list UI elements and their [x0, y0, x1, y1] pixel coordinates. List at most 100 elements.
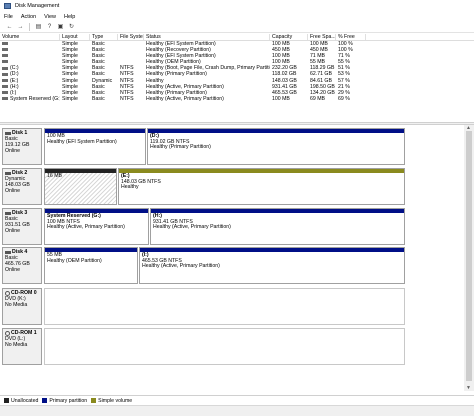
partition-block[interactable]: (H:) 931.41 GB NTFS Healthy (Active, Prima… — [150, 208, 405, 245]
list-view-icon[interactable]: ▤ — [34, 22, 43, 31]
menu-help[interactable]: Help — [64, 14, 75, 20]
column-header-status[interactable]: Status — [144, 34, 270, 40]
legend-item-simple: Simple volume — [91, 398, 132, 404]
disk-info-panel[interactable]: Disk 3 Basic 931.51 GB Online — [2, 208, 42, 245]
menu-bar: File Action View Help — [0, 12, 474, 21]
partition-block[interactable]: (E:) 148.03 GB NTFS Healthy — [118, 168, 405, 205]
disk-row: Disk 1 Basic 119.12 GB Online 100 MB Healthy … — [2, 128, 462, 165]
volume-icon — [2, 60, 8, 64]
partition-block[interactable]: 16 MB — [44, 168, 117, 205]
column-header-type[interactable]: Type — [90, 34, 118, 40]
refresh-icon[interactable]: ↻ — [67, 22, 76, 31]
status-bar — [0, 405, 474, 416]
disk-management-app-icon — [4, 3, 11, 9]
partition-body: 100 MB Healthy (EFI System Partition) — [45, 133, 145, 164]
disk-row: Disk 2 Dynamic 148.03 GB Online 16 MB (E:) 148… — [2, 168, 462, 205]
toolbar-separator — [29, 22, 30, 31]
forward-icon[interactable]: → — [16, 22, 25, 31]
legend-swatch-primary — [42, 398, 48, 403]
legend-item-unallocated: Unallocated — [4, 398, 38, 404]
disk-info-panel[interactable]: CD-ROM 0 DVD (K:) No Media — [2, 288, 42, 325]
legend: Unallocated Primary partition Simple vol… — [0, 395, 474, 405]
column-header-volume[interactable]: Volume — [0, 34, 60, 40]
disk-icon — [5, 211, 11, 215]
table-cell: 69 % — [338, 95, 350, 102]
disk-view-scrollbar[interactable]: ▲ ▼ — [464, 125, 474, 391]
partition-status: Healthy (Primary Partition) — [150, 144, 211, 150]
table-cell: Basic — [92, 95, 105, 102]
partition-body: 16 MB — [45, 173, 116, 204]
volume-name: System Reserved (G:) — [10, 95, 60, 102]
empty-media-area — [44, 328, 405, 365]
title-bar: Disk Management — [0, 0, 474, 12]
partition-body: System Reserved (G:) 100 MB NTFS Healthy (… — [45, 213, 148, 244]
table-cell: 69 MB — [310, 95, 325, 102]
table-cell: Healthy (Active, Primary Partition) — [146, 95, 224, 102]
partition-block[interactable]: System Reserved (G:) 100 MB NTFS Healthy (… — [44, 208, 149, 245]
volume-icon — [2, 42, 8, 46]
column-header-file-system[interactable]: File System — [118, 34, 144, 40]
column-header-free-space[interactable]: Free Spa... — [308, 34, 336, 40]
partition-block[interactable]: 100 MB Healthy (EFI System Partition) — [44, 128, 146, 165]
disk-graphical-view: Disk 1 Basic 119.12 GB Online 100 MB Healthy … — [0, 125, 464, 391]
partition-block[interactable]: (I:) 465.53 GB NTFS Healthy (Active, Prima… — [139, 247, 405, 284]
menu-file[interactable]: File — [4, 14, 13, 20]
disk-row: CD-ROM 1 DVD (L:) No Media — [2, 328, 462, 365]
help-icon[interactable]: ? — [45, 22, 54, 31]
disk-state: Online — [5, 267, 20, 273]
volume-icon — [2, 78, 8, 82]
empty-media-area — [44, 288, 405, 325]
disk-state: Online — [5, 188, 20, 194]
partition-body: (D:) 119.02 GB NTFS Healthy (Primary Parti… — [148, 133, 404, 164]
volume-icon — [2, 48, 8, 52]
scroll-down-icon[interactable]: ▼ — [466, 385, 471, 391]
volume-name: (D:) — [10, 71, 19, 78]
volume-icon — [2, 72, 8, 76]
volume-list-body: Simple Basic Healthy (EFI System Partition… — [0, 41, 474, 102]
volume-list: Volume Layout Type File System Status Ca… — [0, 34, 474, 117]
disk-info-panel[interactable]: Disk 1 Basic 119.12 GB Online — [2, 128, 42, 165]
table-cell: Simple — [62, 95, 78, 102]
disk-info-panel[interactable]: CD-ROM 1 DVD (L:) No Media — [2, 328, 42, 365]
column-header-layout[interactable]: Layout — [60, 34, 90, 40]
menu-view[interactable]: View — [44, 14, 56, 20]
partition-status: Healthy (EFI System Partition) — [47, 138, 117, 145]
partition-body: (I:) 465.53 GB NTFS Healthy (Active, Prima… — [140, 252, 404, 283]
scrollbar-thumb[interactable] — [466, 131, 472, 381]
column-header-percent-free[interactable]: % Free — [336, 34, 366, 40]
disk-icon — [5, 131, 11, 135]
disk-state: No Media — [5, 342, 28, 348]
partition-block[interactable]: (D:) 119.02 GB NTFS Healthy (Primary Parti… — [147, 128, 405, 165]
volume-icon — [2, 90, 8, 94]
cdrom-icon — [5, 290, 10, 296]
disk-row: Disk 4 Basic 465.76 GB Online 55 MB Healthy (… — [2, 247, 462, 284]
legend-item-primary: Primary partition — [42, 398, 87, 404]
partition-status: Healthy (Active, Primary Partition) — [142, 263, 220, 269]
partition-status: Healthy (Active, Primary Partition) — [47, 224, 125, 230]
disk-state: Online — [5, 228, 20, 234]
legend-label: Primary partition — [49, 397, 88, 404]
menu-action[interactable]: Action — [21, 14, 36, 20]
volume-icon — [2, 96, 8, 100]
volume-cell: System Reserved (G:) — [0, 96, 60, 102]
disk-info-panel[interactable]: Disk 2 Dynamic 148.03 GB Online — [2, 168, 42, 205]
disk-icon — [5, 171, 11, 175]
column-header-capacity[interactable]: Capacity — [270, 34, 308, 40]
legend-swatch-unallocated — [4, 398, 9, 403]
partition-block[interactable]: 55 MB Healthy (OEM Partition) — [44, 247, 138, 284]
window-title: Disk Management — [15, 3, 60, 9]
table-cell: NTFS — [120, 95, 134, 102]
disk-info-panel[interactable]: Disk 4 Basic 465.76 GB Online — [2, 247, 42, 284]
partition-size: 16 MB — [47, 173, 62, 179]
legend-label: Unallocated — [11, 397, 39, 404]
back-icon[interactable]: ← — [5, 22, 14, 31]
cdrom-icon — [5, 330, 10, 336]
volume-name: (I:) — [10, 89, 17, 96]
table-row[interactable]: System Reserved (G:) Simple Basic NTFS Healt… — [0, 96, 474, 102]
properties-icon[interactable]: ▣ — [56, 22, 65, 31]
volume-list-header: Volume Layout Type File System Status Ca… — [0, 34, 474, 41]
disk-state: No Media — [5, 302, 28, 308]
volume-name: (H:) — [10, 83, 19, 90]
partition-body: 55 MB Healthy (OEM Partition) — [45, 252, 137, 283]
volume-icon — [2, 84, 8, 88]
